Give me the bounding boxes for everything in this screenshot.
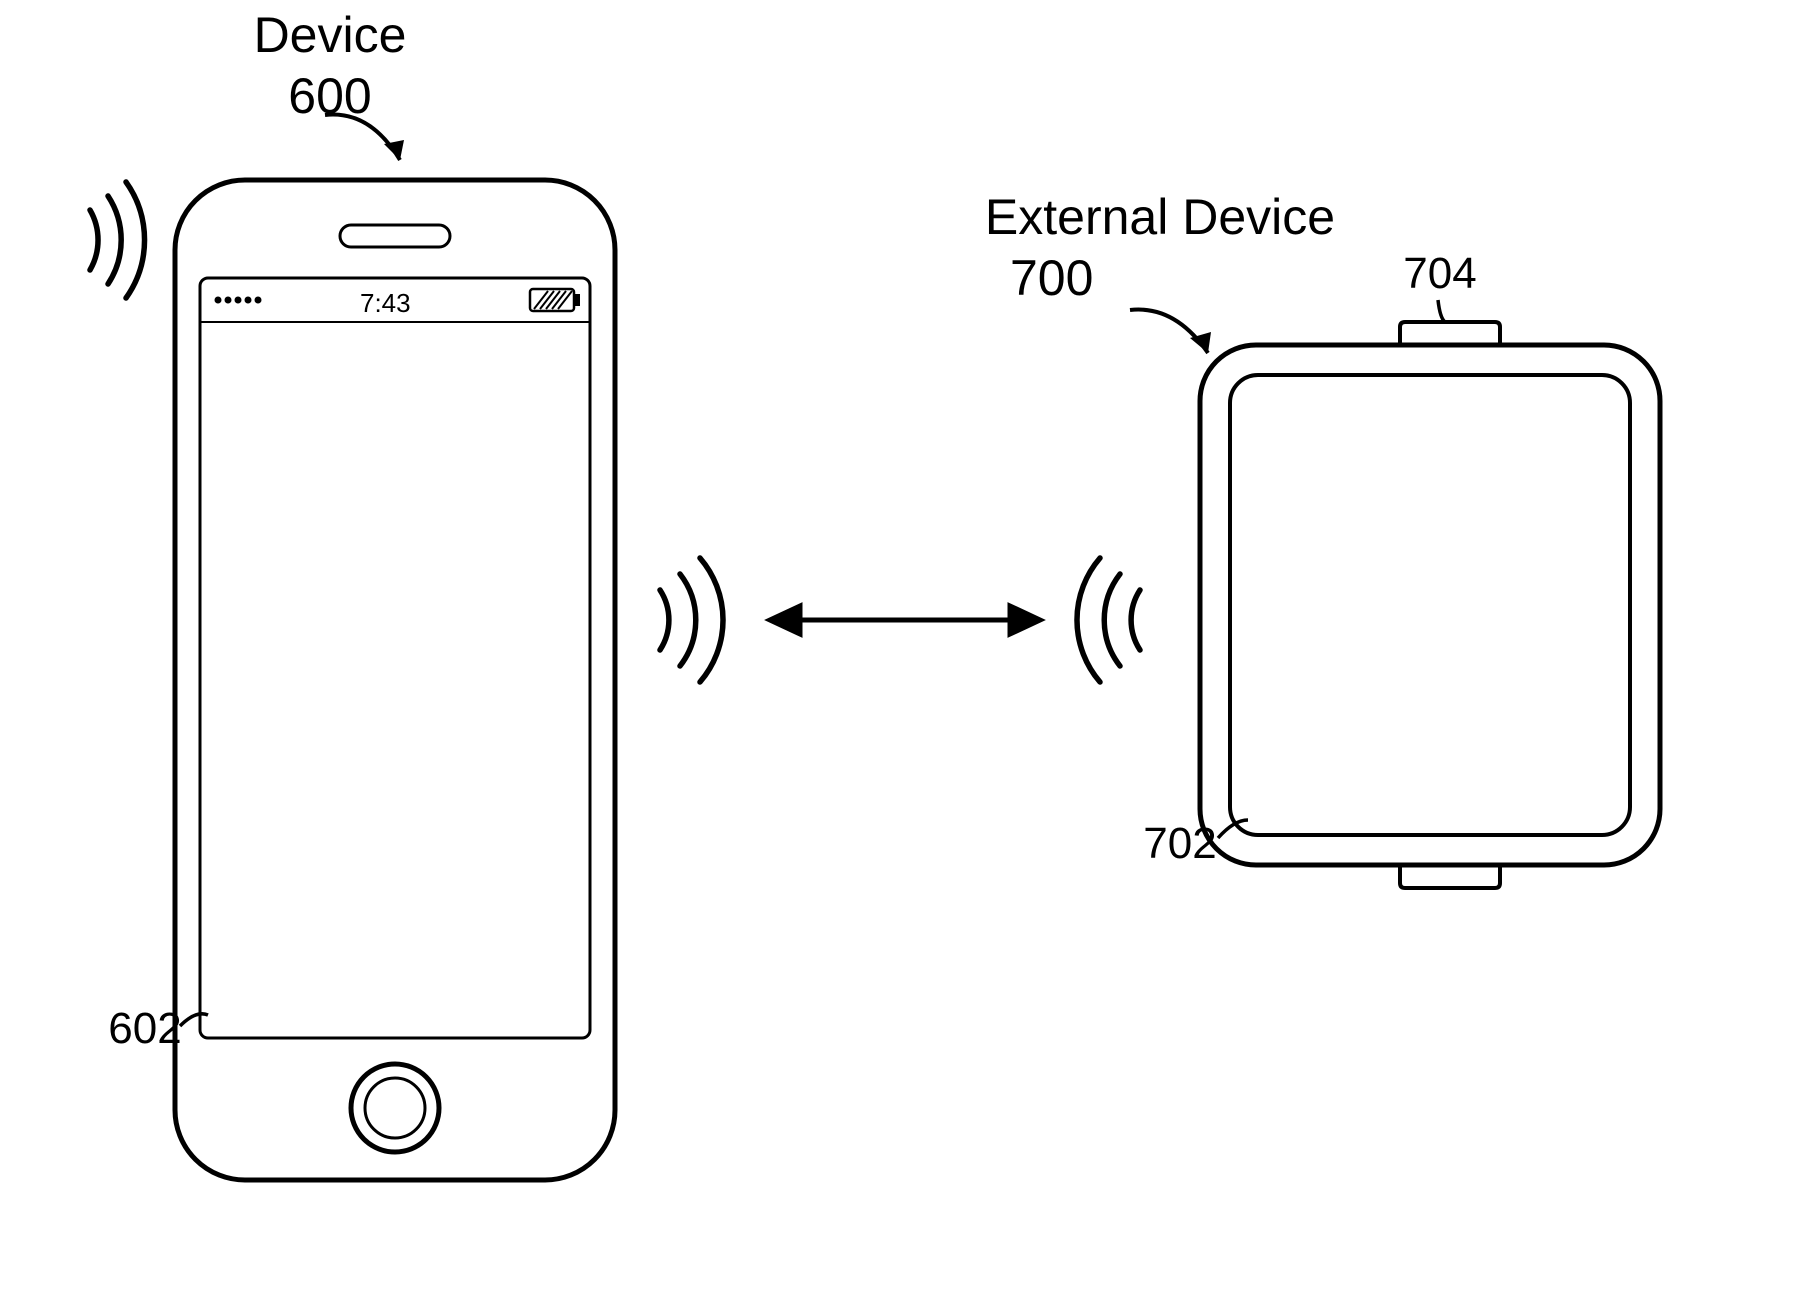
- external-device-ref: 700: [960, 251, 1360, 306]
- status-signal-dots: [215, 297, 262, 304]
- status-bar-time: 7:43: [360, 288, 411, 319]
- battery-icon: [530, 289, 580, 311]
- external-device-label-group: External Device 700: [960, 190, 1360, 306]
- external-button-ref: 704: [1380, 250, 1500, 298]
- diagram-svg: [0, 0, 1804, 1311]
- device-label: Device: [254, 7, 407, 63]
- leader-704: [1438, 300, 1445, 322]
- device-label-group: Device 600: [200, 8, 460, 124]
- device-screen-ref: 602: [85, 1005, 205, 1053]
- leader-700: [1130, 310, 1211, 353]
- device-ref: 600: [200, 69, 460, 124]
- external-device-label: External Device: [985, 189, 1335, 245]
- external-device: [1200, 322, 1660, 888]
- wireless-icon-watch-left: [1077, 558, 1140, 682]
- patent-figure: Device 600 External Device 700 704 702 6…: [0, 0, 1804, 1311]
- external-screen-ref: 702: [1120, 820, 1240, 868]
- two-way-arrow: [770, 606, 1040, 634]
- phone-device: [175, 180, 615, 1180]
- wireless-icon-top-left: [90, 182, 145, 298]
- wireless-icon-phone-right: [660, 558, 723, 682]
